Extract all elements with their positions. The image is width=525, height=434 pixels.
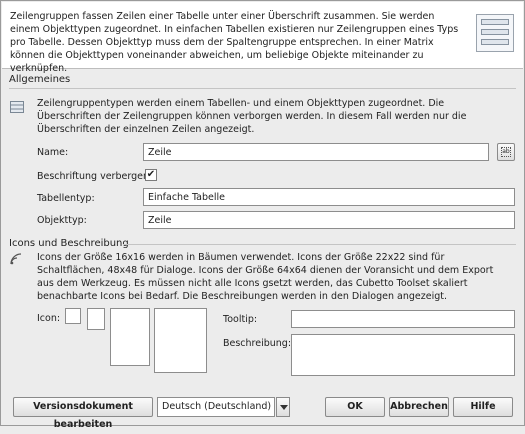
tabletype-field[interactable]: Einfache Tabelle [143,188,515,206]
icon-label: Icon: [37,313,61,324]
cancel-button[interactable]: Abbrechen [389,397,449,417]
icon-slot-16[interactable] [65,308,81,324]
chevron-down-icon[interactable] [276,397,290,417]
name-field[interactable]: Zeile [143,143,489,161]
icon-slot-22[interactable] [87,308,105,330]
name-label: Name: [37,147,69,158]
icons-description: Icons der Größe 16x16 werden in Bäumen v… [37,252,494,302]
dialog-window: Zeilengruppen fassen Zeilen einer Tabell… [0,0,525,430]
objecttype-label: Objekttyp: [37,215,87,226]
table-small-icon [10,101,24,113]
icon-slot-48[interactable] [110,308,150,366]
tooltip-field[interactable] [291,310,515,328]
objecttype-field[interactable]: Zeile [143,211,515,229]
tabletype-label: Tabellentyp: [37,193,95,204]
icons-section-title: Icons und Beschreibung [9,238,129,249]
general-description: Zeilengruppentypen werden einem Tabellen… [37,98,467,135]
general-section-title: Allgemeines [9,74,71,85]
signal-icon [10,253,22,265]
intro-panel: Zeilengruppen fassen Zeilen einer Tabell… [2,2,523,74]
table-icon [476,14,514,52]
description-textarea[interactable] [291,334,515,376]
edit-version-document-button[interactable]: Versionsdokument bearbeiten [13,397,153,430]
text-picker-icon[interactable]: ab [497,143,515,161]
language-select[interactable]: Deutsch (Deutschland) [157,397,275,417]
hide-caption-checkbox[interactable]: ✔ [145,169,157,181]
section-divider [123,244,516,245]
hide-caption-label: Beschriftung verbergen: [37,171,153,182]
help-button[interactable]: Hilfe [453,397,513,417]
tooltip-label: Tooltip: [223,314,258,325]
intro-text: Zeilengruppen fassen Zeilen einer Tabell… [10,11,459,74]
ok-button[interactable]: OK [325,397,385,417]
section-divider [9,88,516,89]
icon-slot-64[interactable] [154,308,207,373]
description-label: Beschreibung: [223,338,292,349]
